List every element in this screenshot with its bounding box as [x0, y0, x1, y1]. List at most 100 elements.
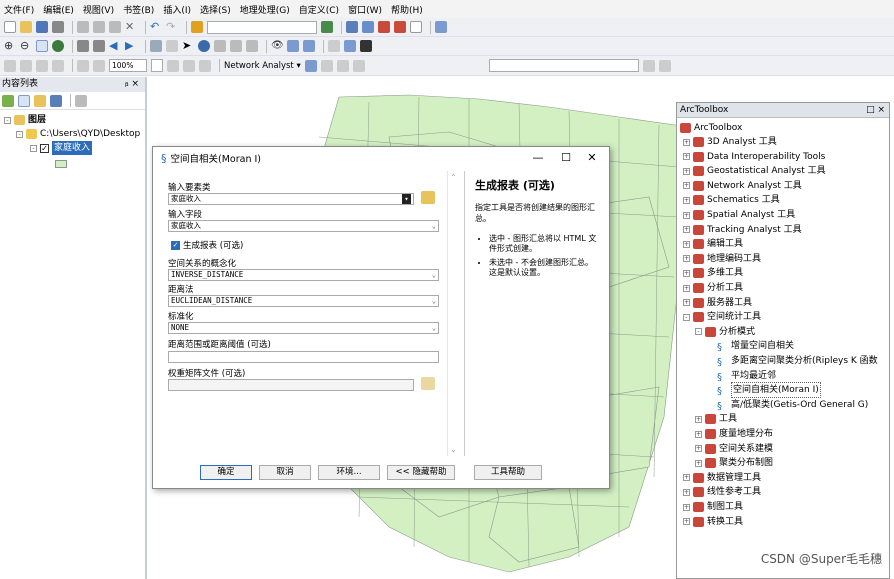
zoom-dropdown[interactable] [151, 59, 163, 72]
browse-folder-icon[interactable] [421, 191, 435, 204]
network-solve-icon[interactable] [320, 59, 333, 72]
toc-layer-node[interactable]: - ✓ 家庭收入 [30, 141, 93, 155]
environments-button[interactable]: 环境... [318, 465, 380, 480]
list-by-source-icon[interactable] [18, 94, 30, 107]
toolbox-node[interactable]: § 平均最近邻 [717, 369, 776, 383]
forward-icon[interactable]: ▶ [125, 40, 137, 52]
report-option[interactable]: ✓ 生成报表 (可选) [171, 239, 243, 251]
toolbox-node[interactable]: - 空间统计工具 [683, 310, 761, 324]
identify-icon[interactable] [198, 40, 210, 52]
toolbox-node[interactable]: + 地理编码工具 [683, 252, 761, 266]
expand-icon[interactable]: + [683, 138, 690, 146]
expand-icon[interactable]: + [683, 240, 690, 248]
route-icon[interactable] [287, 40, 299, 52]
toolbox-node[interactable]: + Spatial Analyst 工具 [683, 208, 795, 222]
fixed-zoom-out-icon[interactable] [93, 40, 105, 52]
layout-zoom-out-icon[interactable] [20, 59, 32, 72]
menu-item[interactable]: 书签(B) [123, 3, 154, 16]
parameters-scrollbar[interactable]: ⌃ ⌄ [447, 171, 459, 456]
toolbox-node[interactable]: + 度量地理分布 [695, 427, 773, 441]
toolbox-node[interactable]: + Geostatistical Analyst 工具 [683, 164, 826, 178]
weights-file-input[interactable] [168, 379, 414, 391]
back-icon[interactable]: ◀ [109, 40, 121, 52]
scale-combo[interactable] [207, 20, 317, 34]
zoom-whole-page-icon[interactable] [52, 59, 64, 72]
help-icon[interactable] [435, 21, 447, 33]
expand-icon[interactable]: + [683, 299, 690, 307]
toolbox-node[interactable]: § 增量空间自相关 [717, 339, 794, 353]
toolbox-node[interactable]: + Network Analyst 工具 [683, 179, 802, 193]
fixed-zoom-in-icon[interactable] [77, 40, 89, 52]
input-features-dropdown[interactable]: ▾ [402, 194, 411, 204]
pan-icon[interactable] [36, 40, 48, 52]
browse-weights-icon[interactable] [421, 377, 435, 390]
expand-icon[interactable]: + [683, 269, 690, 277]
add-data-icon[interactable] [191, 21, 203, 33]
layer-visibility-checkbox[interactable]: ✓ [40, 143, 49, 153]
toolbox-node[interactable]: + 数据管理工具 [683, 471, 761, 485]
scroll-up-icon[interactable]: ⌃ [450, 173, 457, 182]
html-popup-icon[interactable] [230, 40, 242, 52]
toc-folder-node[interactable]: - C:\Users\QYD\Desktop [16, 127, 140, 141]
toc-options-icon[interactable] [75, 94, 87, 107]
find-icon[interactable]: 👁 [271, 40, 284, 52]
conceptualization-select[interactable]: INVERSE_DISTANCE ⌄ [168, 269, 439, 281]
arctoolbox-window-controls[interactable]: □ × [866, 103, 885, 117]
list-by-visibility-icon[interactable] [34, 94, 46, 107]
clear-selection-icon[interactable] [166, 40, 178, 52]
undo-icon[interactable]: ↶ [150, 21, 162, 33]
expand-icon[interactable]: + [683, 474, 690, 482]
georef-link-icon[interactable] [658, 59, 671, 72]
python-icon[interactable] [394, 21, 406, 33]
expand-icon[interactable]: + [683, 503, 690, 511]
expand-icon[interactable]: + [683, 182, 690, 190]
print-icon[interactable] [52, 21, 64, 33]
network-direction-icon[interactable] [352, 59, 365, 72]
toolbox-node[interactable]: § 空间自相关(Moran I) [717, 382, 821, 399]
select-features-icon[interactable] [150, 40, 162, 52]
network-analyst-menu[interactable]: Network Analyst ▾ [224, 61, 301, 71]
full-extent-icon[interactable] [52, 40, 64, 52]
expand-icon[interactable]: + [683, 226, 690, 234]
model-builder-icon[interactable] [410, 21, 422, 33]
toolbox-node[interactable]: +3D Analyst 工具 [683, 135, 777, 149]
menu-item[interactable]: 文件(F) [4, 3, 34, 16]
zoom-in-icon[interactable]: ⊕ [4, 40, 16, 52]
list-by-drawing-order-icon[interactable] [2, 94, 14, 107]
expand-icon[interactable]: + [695, 430, 702, 438]
expand-icon[interactable]: + [683, 284, 690, 292]
toolbox-node[interactable]: + 工具 [695, 412, 737, 426]
georef-icon[interactable] [642, 59, 655, 72]
toc-layers-node[interactable]: - 图层 [4, 113, 46, 127]
catalog-icon[interactable] [362, 21, 374, 33]
toolbox-node[interactable]: + 分析工具 [683, 281, 743, 295]
toolbox-node[interactable]: + 线性参考工具 [683, 485, 761, 499]
input-field-select[interactable]: 家庭收入 ⌄ [168, 220, 439, 232]
layout-pan-icon[interactable] [36, 59, 48, 72]
menu-item[interactable]: 编辑(E) [43, 3, 74, 16]
toolbox-node[interactable]: + 制图工具 [683, 500, 743, 514]
close-button[interactable]: ✕ [579, 149, 605, 167]
menu-item[interactable]: 帮助(H) [391, 3, 423, 16]
expand-icon[interactable]: + [683, 196, 690, 204]
viewer-icon[interactable] [344, 40, 356, 52]
toolbox-node[interactable]: § 多距离空间聚类分析(Ripleys K 函数 [717, 354, 878, 368]
distance-method-select[interactable]: EUCLIDEAN_DISTANCE ⌄ [168, 295, 439, 307]
hyperlink-icon[interactable] [214, 40, 226, 52]
toc-pin-close[interactable]: ᵦ × [125, 77, 139, 92]
zoom-100-icon[interactable] [77, 59, 89, 72]
paste-icon[interactable] [109, 21, 121, 33]
arctoolbox-root[interactable]: ArcToolbox [680, 121, 742, 135]
expand-icon[interactable]: + [683, 518, 690, 526]
cut-icon[interactable] [77, 21, 89, 33]
collapse-icon[interactable]: - [683, 313, 690, 321]
network-window-icon[interactable] [304, 59, 317, 72]
select-elements-icon[interactable]: ➤ [182, 40, 194, 52]
collapse-icon[interactable]: - [695, 328, 702, 336]
scroll-down-icon[interactable]: ⌄ [450, 445, 457, 454]
toolbox-node[interactable]: - 分析模式 [695, 325, 755, 339]
cancel-button[interactable]: 取消 [259, 465, 311, 480]
network-locations-icon[interactable] [336, 59, 349, 72]
xy-icon[interactable] [303, 40, 315, 52]
zoom-out-icon[interactable]: ⊖ [20, 40, 32, 52]
